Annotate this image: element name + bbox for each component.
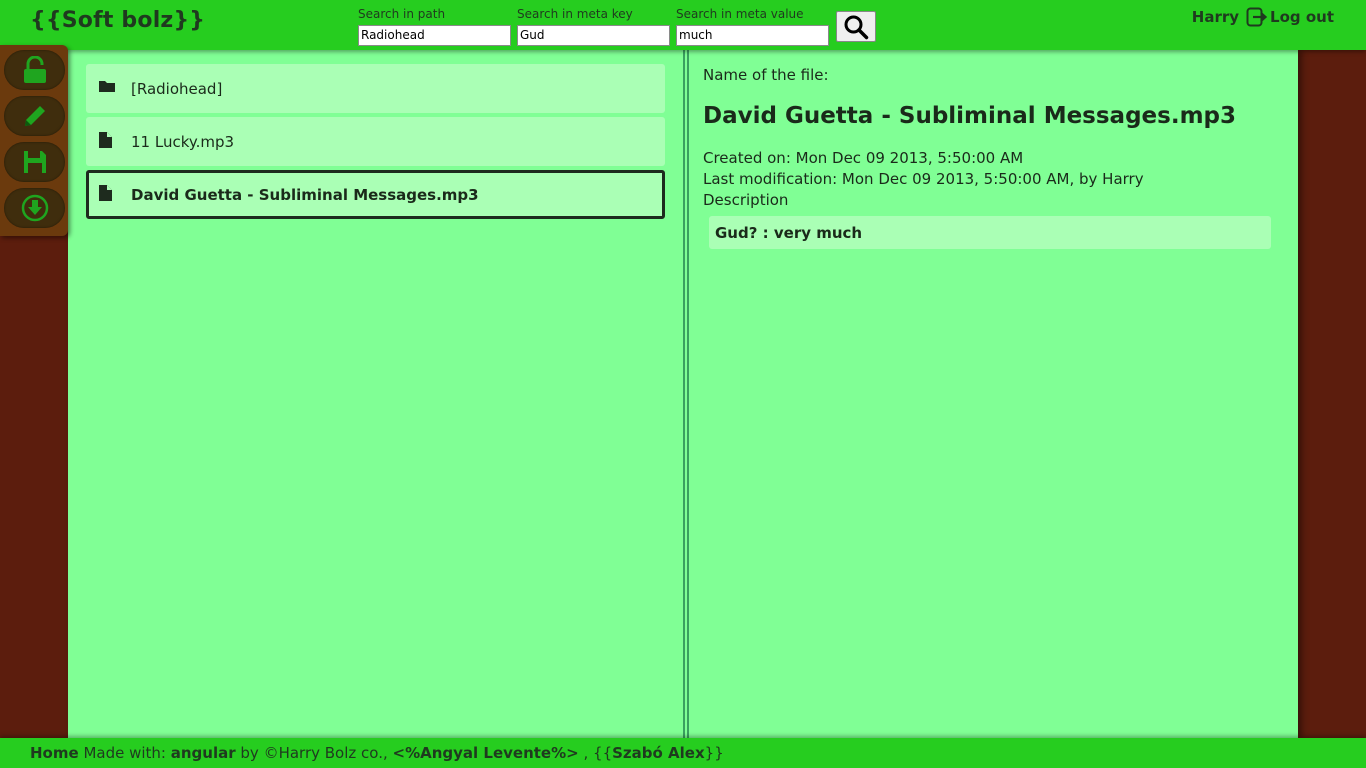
download-icon — [21, 194, 48, 222]
list-item-label: David Guetta - Subliminal Messages.mp3 — [131, 185, 479, 204]
meta-entry: Gud? : very much — [709, 216, 1271, 249]
search-value-label: Search in meta value — [676, 7, 804, 21]
footer-by: by ©Harry Bolz co., — [235, 744, 393, 762]
file-name-label: Name of the file: — [703, 66, 829, 84]
search-key-label: Search in meta key — [517, 7, 633, 21]
edit-button[interactable] — [4, 96, 65, 136]
created-date: Created on: Mon Dec 09 2013, 5:50:00 AM — [703, 149, 1024, 167]
search-icon — [844, 15, 869, 39]
list-item-label: 11 Lucky.mp3 — [131, 132, 235, 151]
logout-icon — [1246, 7, 1268, 27]
footer-made-with: Made with: — [78, 744, 171, 762]
search-button[interactable] — [836, 11, 876, 42]
footer-home-link[interactable]: Home — [30, 744, 79, 762]
modified-date: Last modification: Mon Dec 09 2013, 5:50… — [703, 170, 1144, 188]
footer-author-1: <%Angyal Levente%> — [392, 744, 579, 762]
top-bar: {{Soft bolz}} Search in path Search in m… — [0, 0, 1366, 50]
unlock-icon — [23, 56, 46, 83]
file-detail: Name of the file: David Guetta - Sublimi… — [703, 66, 1273, 249]
list-item-folder[interactable]: [Radiohead] — [86, 64, 665, 113]
panel-divider — [683, 50, 689, 738]
brand-logo[interactable]: {{Soft bolz}} — [30, 8, 205, 33]
file-list: [Radiohead] 11 Lucky.mp3 David Guetta - … — [86, 64, 665, 223]
search-path-input[interactable] — [358, 24, 511, 46]
file-title: David Guetta - Subliminal Messages.mp3 — [703, 103, 1236, 129]
left-toolbar — [0, 45, 68, 236]
description-label: Description — [703, 191, 789, 209]
save-button[interactable] — [4, 142, 65, 182]
footer-framework: angular — [170, 744, 236, 762]
user-name: Harry — [1191, 8, 1240, 26]
list-item-file-selected[interactable]: David Guetta - Subliminal Messages.mp3 — [86, 170, 665, 219]
folder-icon — [99, 81, 115, 92]
search-path-label: Search in path — [358, 7, 446, 21]
footer-sep: , {{ — [578, 744, 613, 762]
list-item-label: [Radiohead] — [131, 79, 223, 98]
user-area: Harry Log out — [1192, 7, 1334, 27]
search-key-group: Search in meta key — [517, 7, 672, 46]
logout-label: Log out — [1270, 8, 1334, 26]
footer: Home Made with: angular by ©Harry Bolz c… — [0, 738, 1366, 768]
unlock-button[interactable] — [4, 50, 65, 90]
footer-author-2: Szabó Alex — [612, 744, 705, 762]
search-key-input[interactable] — [517, 24, 670, 46]
search-value-input[interactable] — [676, 24, 829, 46]
logout-button[interactable]: Log out — [1246, 7, 1334, 27]
save-icon — [23, 151, 46, 173]
main-panel: [Radiohead] 11 Lucky.mp3 David Guetta - … — [68, 50, 1298, 738]
download-button[interactable] — [4, 188, 65, 228]
file-icon — [99, 185, 112, 201]
search-path-group: Search in path — [358, 7, 513, 46]
search-value-group: Search in meta value — [676, 7, 831, 46]
file-icon — [99, 132, 112, 148]
list-item-file[interactable]: 11 Lucky.mp3 — [86, 117, 665, 166]
footer-end: }} — [704, 744, 724, 762]
pencil-icon — [24, 106, 45, 126]
